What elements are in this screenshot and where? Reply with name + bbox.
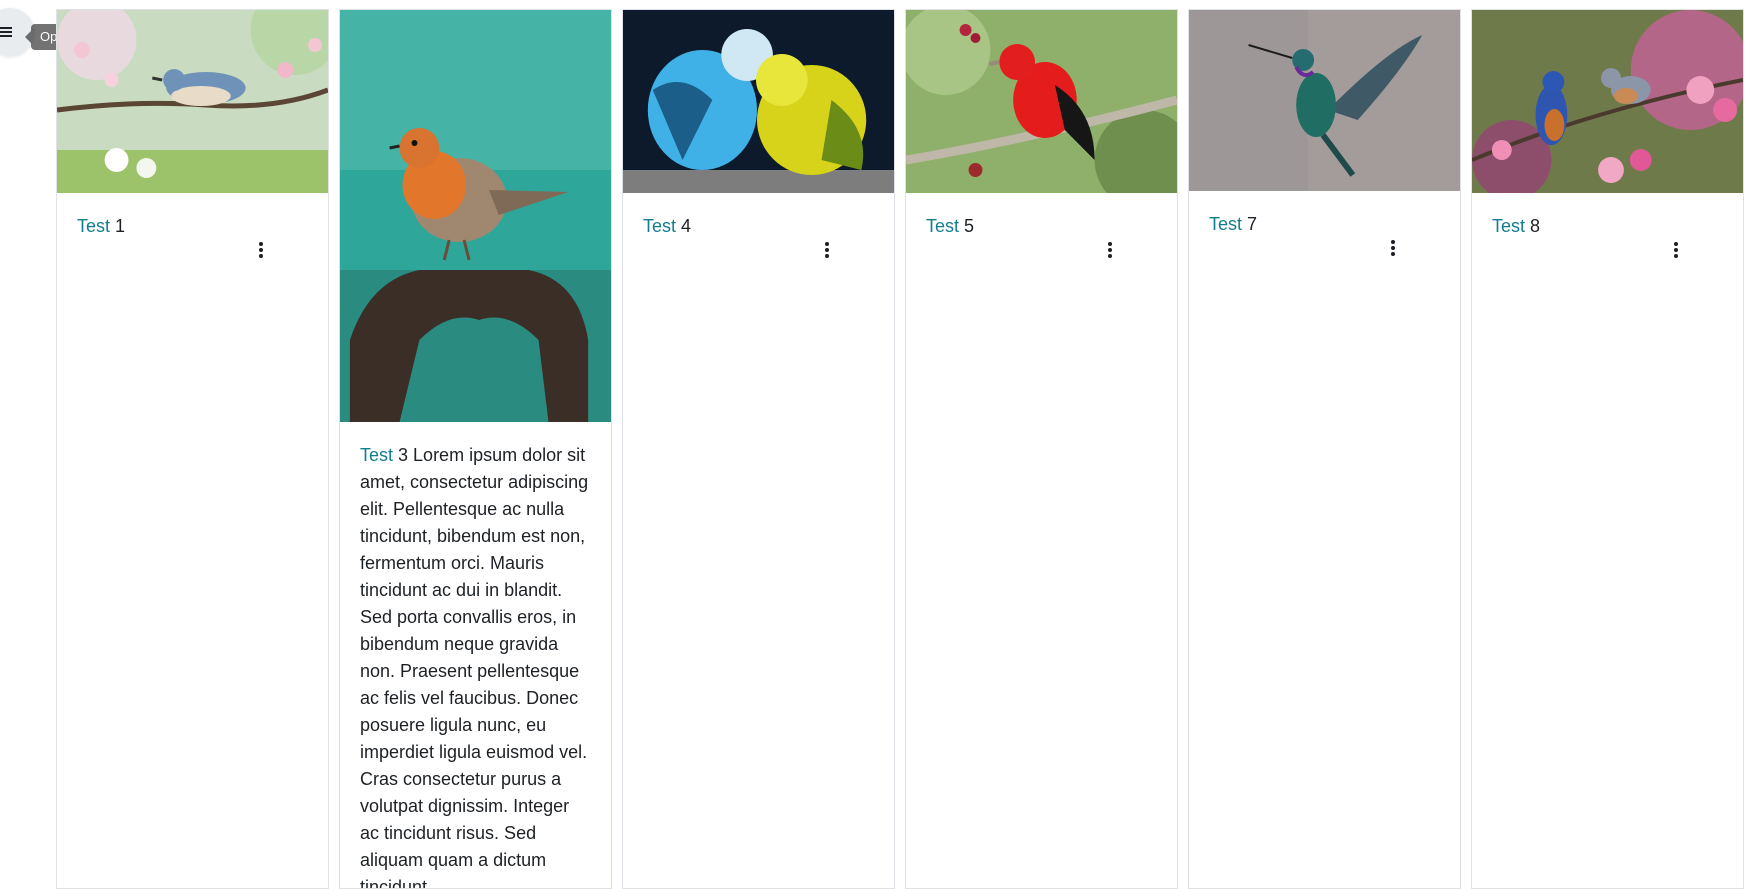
card-image-nuthatch[interactable] bbox=[57, 10, 328, 193]
kebab-menu-icon[interactable] bbox=[1381, 236, 1405, 260]
kebab-menu-icon[interactable] bbox=[1664, 238, 1688, 262]
card-image-hummingbird[interactable] bbox=[1189, 10, 1460, 191]
card-title-rest: 7 bbox=[1247, 214, 1258, 234]
card-title-link[interactable]: Test bbox=[643, 216, 676, 236]
card-body: Test 8 bbox=[1472, 193, 1743, 240]
card-title-link[interactable]: Test bbox=[360, 445, 393, 465]
card-title-rest: 5 bbox=[964, 216, 975, 236]
card-body: Test 7 bbox=[1189, 191, 1460, 238]
card-image-red-tanager[interactable] bbox=[906, 10, 1177, 193]
card-grid: Test 1 Test 3 Lorem ipsum dolor sit amet… bbox=[56, 9, 1751, 889]
kebab-menu-icon[interactable] bbox=[1098, 238, 1122, 262]
card-title-link[interactable]: Test bbox=[1492, 216, 1525, 236]
card-image-bluebirds[interactable] bbox=[1472, 10, 1743, 193]
card-body: Test 5 bbox=[906, 193, 1177, 240]
card-test-4: Test 4 bbox=[622, 9, 895, 889]
card-test-8: Test 8 bbox=[1471, 9, 1744, 889]
card-test-3: Test 3 Lorem ipsum dolor sit amet, conse… bbox=[339, 9, 612, 889]
hamburger-icon bbox=[0, 27, 12, 37]
card-image-robin[interactable] bbox=[340, 10, 611, 422]
card-body: Test 1 bbox=[57, 193, 328, 240]
card-title-rest: 4 bbox=[681, 216, 692, 236]
card-body: Test 3 Lorem ipsum dolor sit amet, conse… bbox=[340, 422, 611, 889]
card-body: Test 4 bbox=[623, 193, 894, 240]
card-title-rest: 8 bbox=[1530, 216, 1541, 236]
card-title-rest: 1 bbox=[115, 216, 126, 236]
card-image-budgies[interactable] bbox=[623, 10, 894, 193]
kebab-menu-icon[interactable] bbox=[815, 238, 839, 262]
card-test-5: Test 5 bbox=[905, 9, 1178, 889]
kebab-menu-icon[interactable] bbox=[249, 238, 273, 262]
card-title-link[interactable]: Test bbox=[1209, 214, 1242, 234]
card-title-link[interactable]: Test bbox=[77, 216, 110, 236]
card-description: 3 Lorem ipsum dolor sit amet, consectetu… bbox=[360, 445, 589, 889]
card-title-link[interactable]: Test bbox=[926, 216, 959, 236]
card-test-1: Test 1 bbox=[56, 9, 329, 889]
card-test-7: Test 7 bbox=[1188, 9, 1461, 889]
